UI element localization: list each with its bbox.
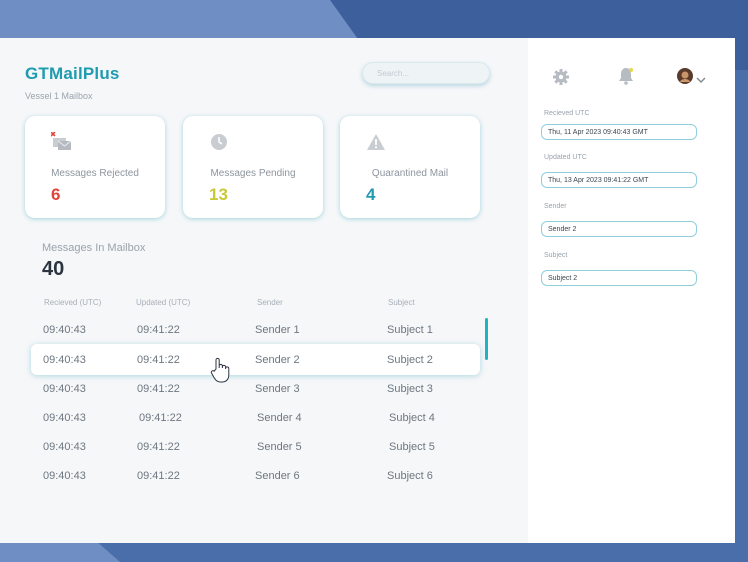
card-messages-rejected[interactable]: Messages Rejected 6 xyxy=(25,116,165,218)
background-bottom-accent xyxy=(0,540,120,562)
cell-subject: Subject 1 xyxy=(387,324,433,336)
cell-updated: 09:41:22 xyxy=(137,441,180,453)
cell-subject: Subject 4 xyxy=(389,412,435,424)
updated-utc-field[interactable]: Thu, 13 Apr 2023 09:41:22 GMT xyxy=(541,172,697,188)
column-header-subject[interactable]: Subject xyxy=(388,298,415,307)
sender-label: Sender xyxy=(544,203,567,210)
card-quarantined-mail[interactable]: Quarantined Mail 4 xyxy=(340,116,480,218)
quarantined-label: Quarantined Mail xyxy=(371,168,449,179)
mailbox-subtitle: Vessel 1 Mailbox xyxy=(25,91,93,101)
cell-updated: 09:41:22 xyxy=(137,354,180,366)
cell-received: 09:40:43 xyxy=(43,324,86,336)
subject-field[interactable]: Subject 2 xyxy=(541,270,697,286)
quarantined-count: 4 xyxy=(366,185,376,204)
scrollbar[interactable] xyxy=(485,318,488,360)
chevron-down-icon[interactable] xyxy=(696,71,706,89)
warning-icon xyxy=(366,132,386,157)
hand-pointer-icon xyxy=(209,356,233,389)
rejected-count: 6 xyxy=(51,185,61,204)
gear-icon[interactable] xyxy=(552,68,570,91)
cell-updated: 09:41:22 xyxy=(139,412,182,424)
bell-icon[interactable] xyxy=(617,66,635,91)
cell-received: 09:40:43 xyxy=(43,470,86,482)
cell-sender: Sender 3 xyxy=(255,383,300,395)
column-header-received[interactable]: Recieved (UTC) xyxy=(44,298,101,307)
cell-subject: Subject 2 xyxy=(387,354,433,366)
updated-utc-label: Updated UTC xyxy=(544,154,587,161)
mailbox-count: 40 xyxy=(42,258,65,280)
cell-sender: Sender 2 xyxy=(255,354,300,366)
cell-received: 09:40:43 xyxy=(43,412,86,424)
rejected-mail-icon xyxy=(50,131,73,157)
received-utc-label: Recieved UTC xyxy=(544,110,590,117)
search-input[interactable] xyxy=(362,62,490,84)
received-utc-field[interactable]: Thu, 11 Apr 2023 09:40:43 GMT xyxy=(541,124,697,140)
cell-received: 09:40:43 xyxy=(43,354,86,366)
cell-subject: Subject 6 xyxy=(387,470,433,482)
sender-field[interactable]: Sender 2 xyxy=(541,221,697,237)
rejected-label: Messages Rejected xyxy=(51,168,139,179)
cell-sender: Sender 4 xyxy=(257,412,302,424)
cell-updated: 09:41:22 xyxy=(137,324,180,336)
clock-icon xyxy=(209,132,229,157)
mailbox-count-label: Messages In Mailbox xyxy=(42,242,146,254)
app-title: GTMailPlus xyxy=(25,64,120,83)
cell-subject: Subject 3 xyxy=(387,383,433,395)
cell-updated: 09:41:22 xyxy=(137,383,180,395)
column-header-sender[interactable]: Sender xyxy=(257,298,283,307)
cell-sender: Sender 5 xyxy=(257,441,302,453)
cell-received: 09:40:43 xyxy=(43,383,86,395)
cell-sender: Sender 6 xyxy=(255,470,300,482)
avatar[interactable] xyxy=(676,67,694,90)
cell-sender: Sender 1 xyxy=(255,324,300,336)
cell-received: 09:40:43 xyxy=(43,441,86,453)
column-header-updated[interactable]: Updated (UTC) xyxy=(136,298,190,307)
subject-label: Subject xyxy=(544,252,568,259)
pending-count: 13 xyxy=(209,185,228,204)
pending-label: Messages Pending xyxy=(210,168,296,179)
cell-subject: Subject 5 xyxy=(389,441,435,453)
cell-updated: 09:41:22 xyxy=(137,470,180,482)
card-messages-pending[interactable]: Messages Pending 13 xyxy=(183,116,323,218)
